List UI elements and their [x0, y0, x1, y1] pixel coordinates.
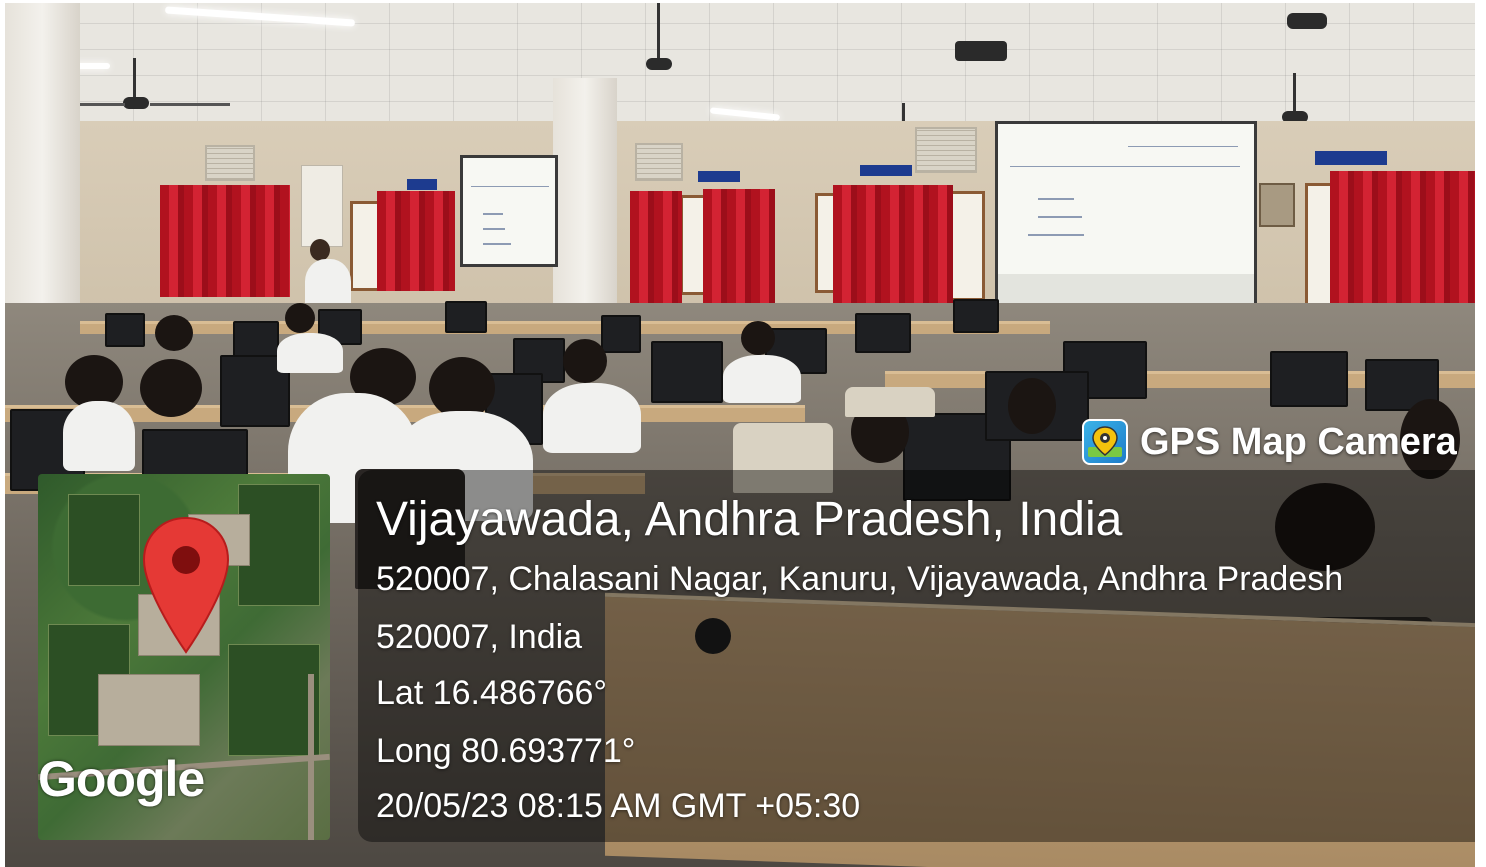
location-title: Vijayawada, Andhra Pradesh, India — [376, 493, 1123, 546]
student — [63, 401, 135, 471]
wall-sign — [1315, 151, 1387, 165]
student-head — [285, 303, 315, 333]
air-conditioner — [915, 127, 977, 173]
projector-screen-right — [995, 121, 1257, 311]
monitor — [601, 315, 641, 353]
student-head — [563, 339, 607, 383]
notice-board — [301, 165, 343, 247]
air-conditioner — [635, 143, 683, 181]
monitor — [953, 299, 999, 333]
student-head — [155, 315, 193, 351]
map-road — [308, 674, 314, 840]
monitor — [855, 313, 911, 353]
map-field — [228, 644, 320, 756]
student — [543, 383, 641, 453]
fan-blade — [150, 103, 230, 106]
monitor — [445, 301, 487, 333]
teacher — [305, 259, 351, 309]
timestamp: 20/05/23 08:15 AM GMT +05:30 — [376, 787, 861, 825]
location-pin-icon — [142, 516, 230, 654]
latitude: Lat 16.486766° — [376, 674, 608, 712]
monitor — [651, 341, 723, 403]
red-curtain — [703, 189, 775, 307]
monitor — [1270, 351, 1348, 407]
monitor — [105, 313, 145, 347]
student-head — [741, 321, 775, 355]
map-field — [68, 494, 140, 586]
wall-sign — [860, 165, 912, 176]
ceiling-fan — [657, 3, 660, 58]
ceiling-fan — [133, 58, 136, 98]
pillar — [553, 78, 617, 338]
air-conditioner — [205, 145, 255, 181]
address-line-2: 520007, India — [376, 618, 583, 656]
map-building — [98, 674, 200, 746]
address-line-1: 520007, Chalasani Nagar, Kanuru, Vijayaw… — [376, 560, 1344, 598]
ceiling-fan — [123, 97, 149, 109]
red-curtain — [377, 191, 455, 291]
longitude: Long 80.693771° — [376, 732, 636, 770]
ceiling — [5, 3, 1475, 128]
ceiling-fan — [1287, 13, 1327, 29]
ceiling-fan — [1293, 73, 1296, 113]
map-attribution: Google — [38, 751, 205, 807]
student — [723, 355, 801, 403]
wall-sign — [407, 179, 437, 190]
app-name: GPS Map Camera — [1140, 420, 1457, 463]
wall-picture — [1259, 183, 1295, 227]
red-curtain — [630, 191, 682, 311]
map-pin-camera-icon — [1082, 419, 1128, 465]
red-curtain — [160, 185, 290, 297]
wall-sign — [698, 171, 740, 182]
student-head — [429, 357, 495, 419]
chair — [845, 387, 935, 417]
student — [277, 333, 343, 373]
student-head — [140, 359, 202, 417]
map-field — [238, 484, 320, 606]
teacher-head — [310, 239, 330, 261]
student-head — [1008, 378, 1056, 434]
gps-map-camera-badge: GPS Map Camera — [1082, 418, 1475, 466]
red-curtain — [833, 185, 953, 310]
projector — [955, 41, 1007, 61]
ceiling-fan — [646, 58, 672, 70]
monitor — [142, 429, 248, 479]
projector-screen-left — [460, 155, 558, 267]
